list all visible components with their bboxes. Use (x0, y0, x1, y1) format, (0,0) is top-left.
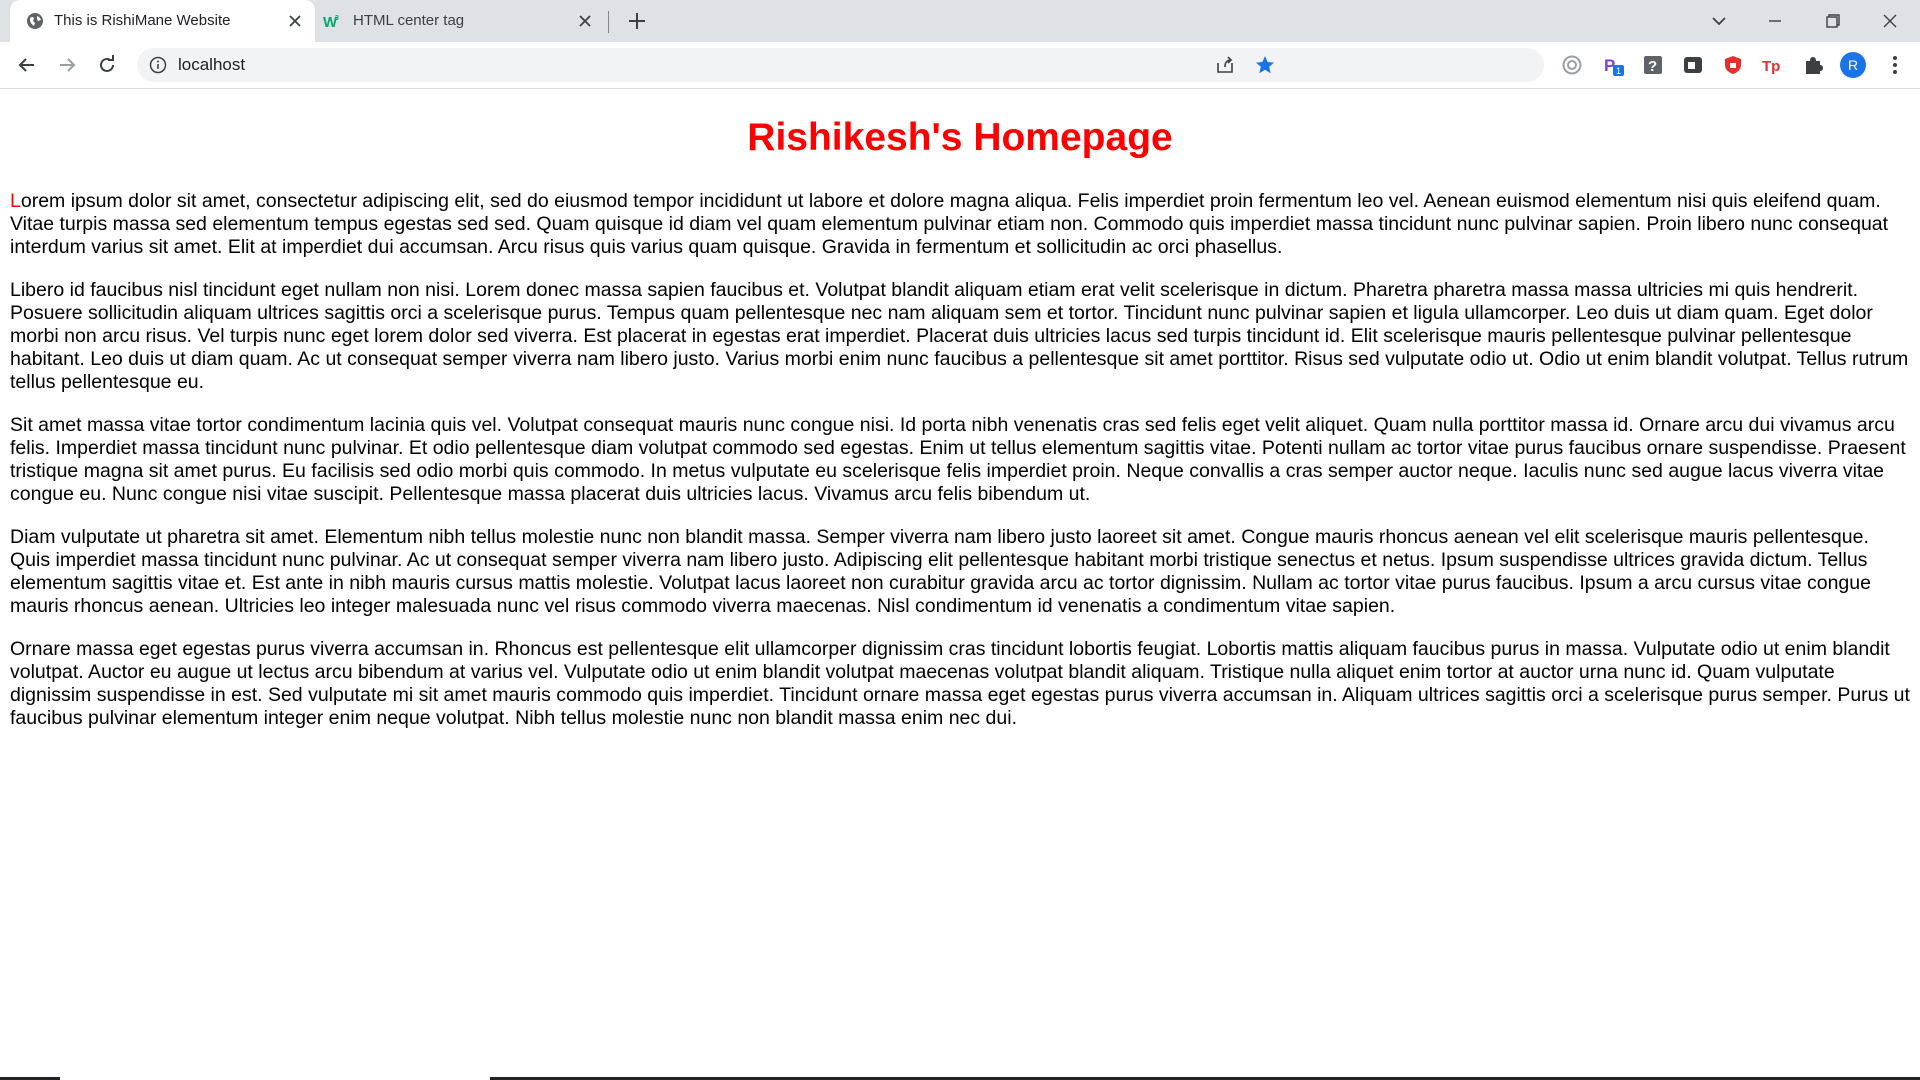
extension-question-icon[interactable]: ? (1642, 54, 1664, 76)
paragraph: Libero id faucibus nisl tincidunt eget n… (10, 279, 1909, 393)
svg-text:?: ? (1648, 58, 1657, 75)
extension-tp-icon[interactable]: Tp (1762, 54, 1784, 76)
back-arrow-icon[interactable] (14, 52, 40, 78)
svg-text:Tp: Tp (1762, 58, 1780, 75)
page-viewport: Rishikesh's Homepage Lorem ipsum dolor s… (0, 90, 1920, 1080)
address-bar[interactable]: localhost (137, 48, 1544, 82)
profile-avatar[interactable]: R (1840, 52, 1866, 78)
paragraph: Lorem ipsum dolor sit amet, consectetur … (10, 190, 1910, 259)
new-tab-plus-icon[interactable] (625, 9, 649, 33)
restore-window-icon[interactable] (1820, 8, 1846, 34)
site-info-icon[interactable] (149, 56, 167, 74)
svg-text:3: 3 (335, 15, 339, 22)
share-icon[interactable] (1214, 54, 1236, 76)
paragraph: Diam vulputate ut pharetra sit amet. Ele… (10, 526, 1871, 617)
bookmark-star-icon[interactable] (1254, 54, 1276, 76)
tab-separator (608, 11, 609, 33)
url-text[interactable]: localhost (178, 55, 245, 75)
tab-title: HTML center tag (353, 12, 465, 29)
page-heading: Rishikesh's Homepage (747, 116, 1173, 159)
svg-text:1: 1 (1616, 66, 1621, 76)
extension-p-badge-icon[interactable]: P 1 (1602, 54, 1624, 76)
browser-toolbar: localhost P 1 ? Tp R (0, 42, 1920, 89)
close-window-icon[interactable] (1877, 8, 1903, 34)
extension-circle-icon[interactable] (1561, 54, 1583, 76)
w3-favicon-icon: W 3 (323, 14, 339, 30)
globe-icon (27, 13, 43, 29)
tab-search-chevron-icon[interactable] (1706, 8, 1732, 34)
extension-shield-icon[interactable] (1722, 54, 1744, 76)
tab-title: This is RishiMane Website (54, 12, 231, 29)
tab-strip: This is RishiMane Website W 3 HTML cente… (0, 0, 1920, 42)
extension-window-icon[interactable] (1682, 54, 1704, 76)
paragraph-text: orem ipsum dolor sit amet, consectetur a… (10, 190, 1889, 258)
extensions-puzzle-icon[interactable] (1802, 54, 1824, 76)
paragraph: Sit amet massa vitae tortor condimentum … (10, 414, 1906, 505)
tab-html-center-tag[interactable]: W 3 HTML center tag (315, 0, 605, 42)
forward-arrow-icon[interactable] (54, 52, 80, 78)
tab-rishimane-website[interactable]: This is RishiMane Website (10, 0, 315, 42)
paragraph: Ornare massa eget egestas purus viverra … (10, 638, 1910, 729)
drop-cap: L (10, 190, 21, 212)
page-content: Lorem ipsum dolor sit amet, consectetur … (10, 190, 1910, 750)
close-tab-icon[interactable] (575, 11, 595, 31)
menu-kebab-icon[interactable] (1884, 54, 1906, 76)
reload-icon[interactable] (94, 52, 120, 78)
close-tab-icon[interactable] (285, 11, 305, 31)
minimize-icon[interactable] (1762, 8, 1788, 34)
